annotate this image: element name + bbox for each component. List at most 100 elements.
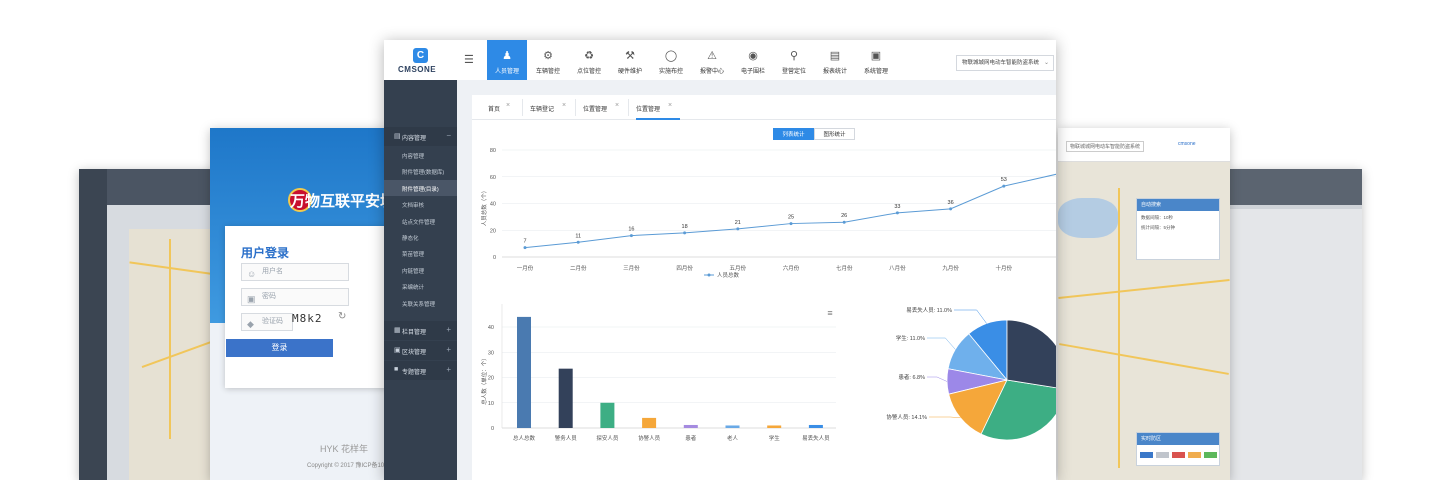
sidebar-item-label: 附件管理(数据库) [402, 170, 445, 177]
sidebar-group-3[interactable]: ■ 专题管理 + [384, 361, 457, 380]
captcha-input[interactable]: ◆ 验证码 [241, 313, 293, 331]
sidebar-item-3[interactable]: 文档审核 [384, 196, 457, 212]
sidebar-item-9[interactable]: 关联关系管理 [384, 295, 457, 311]
map-screen: 物联城城网电动车智能防盗系统 cmsone 自动搜索 数据间隔：10秒 统计间隔… [1058, 128, 1230, 480]
nav-item-8[interactable]: ▤ 报表统计 [815, 40, 855, 80]
data-point[interactable] [736, 227, 740, 231]
bar[interactable] [600, 402, 615, 428]
login-button[interactable]: 登录 [226, 339, 333, 357]
collapse-icon[interactable]: − [446, 131, 451, 140]
nav-item-0[interactable]: ♟ 人员管理 [487, 40, 527, 80]
data-point[interactable] [1002, 184, 1006, 188]
password-input[interactable]: ▣ 密码 [241, 288, 349, 306]
sidebar-item-2[interactable]: 附件管理(目录) [384, 179, 457, 196]
zone-chip[interactable] [1188, 452, 1201, 458]
bicycle-icon: ⚙ [543, 50, 553, 62]
system-select[interactable]: 物联城城网电动车智能防盗系统 ⌄ [956, 55, 1054, 71]
map-river [1058, 198, 1118, 238]
legend-label: 人员总数 [717, 271, 740, 279]
map-user[interactable]: cmsone [1178, 141, 1196, 147]
bar[interactable] [517, 316, 531, 428]
nav-item-3[interactable]: ⚒ 硬件维护 [610, 40, 650, 80]
sidebar-group-label: 区块管理 [402, 350, 427, 356]
alarm-icon: ⚠ [707, 50, 717, 62]
data-point[interactable] [629, 234, 633, 238]
menu-icon[interactable]: ≡ [827, 308, 832, 318]
data-label: 21 [735, 220, 741, 226]
zone-chip[interactable] [1156, 452, 1169, 458]
data-point[interactable] [789, 222, 793, 226]
data-point[interactable] [949, 207, 953, 211]
nav-item-label: 报警中心 [699, 69, 724, 75]
bar[interactable] [725, 425, 740, 428]
pie-slice[interactable] [1006, 319, 1056, 389]
zone-chip[interactable] [1172, 452, 1185, 458]
recycle-icon: ♻ [584, 50, 594, 62]
y-tick-label: 0 [491, 426, 494, 432]
login-card: 用户登录 ☺ 用户名 ▣ 密码 ◆ 验证码 [225, 226, 390, 388]
data-label: 16 [628, 227, 634, 233]
data-point[interactable] [683, 231, 687, 235]
x-tick-label: 四月份 [676, 264, 693, 272]
y-tick-label: 30 [488, 350, 494, 356]
sidebar-group-0[interactable]: ▤ 内容管理 − [384, 127, 457, 146]
nav-item-4[interactable]: ◯ 实施布控 [651, 40, 691, 80]
refresh-icon[interactable]: ↻ [338, 311, 346, 322]
data-label: 25 [788, 215, 794, 221]
login-title: 用户登录 [241, 246, 290, 260]
expand-icon[interactable]: + [446, 325, 451, 334]
captcha-image: M8k2 [292, 312, 323, 325]
login-brand: 万物互联平安城 [290, 193, 390, 210]
nav-item-9[interactable]: ▣ 系统管理 [856, 40, 896, 80]
x-tick-label: 易丢失人员 [802, 434, 830, 442]
zone-chip[interactable] [1204, 452, 1217, 458]
sidebar-item-1[interactable]: 附件管理(数据库) [384, 163, 457, 179]
sidebar-item-7[interactable]: 内链管理 [384, 262, 457, 278]
series-line [524, 173, 1056, 249]
bar[interactable] [683, 424, 698, 428]
nav-item-label: 实施布控 [658, 69, 683, 75]
nav-item-6[interactable]: ◉ 电子围栏 [733, 40, 773, 80]
bar[interactable] [767, 425, 782, 428]
expand-icon[interactable]: + [446, 365, 451, 374]
data-point[interactable] [895, 211, 899, 215]
expand-icon[interactable]: + [446, 345, 451, 354]
nav-item-label: 报表统计 [822, 69, 847, 75]
nav-item-label: 电子围栏 [740, 69, 765, 75]
map-system-select[interactable]: 物联城城网电动车智能防盗系统 [1066, 141, 1145, 152]
block-icon: ▣ [394, 347, 401, 354]
sidebar-item-label: 内链管理 [402, 268, 425, 275]
nav-item-1[interactable]: ⚙ 车辆管控 [528, 40, 568, 80]
bar[interactable] [808, 424, 823, 428]
zone-chip[interactable] [1140, 452, 1153, 458]
nav-item-label: 点位管控 [576, 69, 601, 75]
sidebar-item-5[interactable]: 静态化 [384, 229, 457, 245]
bar[interactable] [642, 417, 657, 428]
sidebar-item-6[interactable]: 菜苗管理 [384, 245, 457, 261]
nav-item-label: 车辆管控 [535, 69, 560, 75]
interval-row[interactable]: 数据间隔：10秒 [1137, 211, 1219, 221]
username-input[interactable]: ☺ 用户名 [241, 263, 349, 281]
sidebar-item-4[interactable]: 站点文件管理 [384, 213, 457, 229]
logo[interactable]: C CMSONE [384, 40, 455, 80]
sidebar-group-2[interactable]: ▣ 区块管理 + [384, 341, 457, 360]
stats-row[interactable]: 统计间隔：5分钟 [1137, 221, 1219, 231]
data-point[interactable] [576, 240, 580, 244]
monitor-icon: ▣ [870, 50, 882, 62]
hamburger-menu-icon[interactable]: ☰ [464, 53, 474, 66]
data-point[interactable] [842, 220, 846, 224]
nav-item-7[interactable]: ⚲ 登营定位 [774, 40, 814, 80]
sidebar: ▤ 内容管理 − 内容管理附件管理(数据库) 附件管理(目录) 文档审核 站点文件管理 静态化… [384, 80, 457, 480]
sidebar-item-8[interactable]: 采编统计 [384, 278, 457, 294]
data-label: 26 [841, 213, 847, 219]
nav-item-2[interactable]: ♻ 点位管控 [569, 40, 609, 80]
x-tick-label: 警务人员 [555, 434, 578, 442]
bar[interactable] [558, 368, 573, 428]
sidebar-group-1[interactable]: ▦ 栏目管理 + [384, 321, 457, 340]
sidebar-item-0[interactable]: 内容管理 [384, 147, 457, 163]
nav-item-5[interactable]: ⚠ 报警中心 [692, 40, 732, 80]
nav-item-label: 登营定位 [781, 69, 806, 75]
data-point[interactable] [523, 246, 527, 250]
document-icon: ▤ [394, 133, 401, 140]
sidebar-item-label: 附件管理(目录) [402, 186, 439, 193]
